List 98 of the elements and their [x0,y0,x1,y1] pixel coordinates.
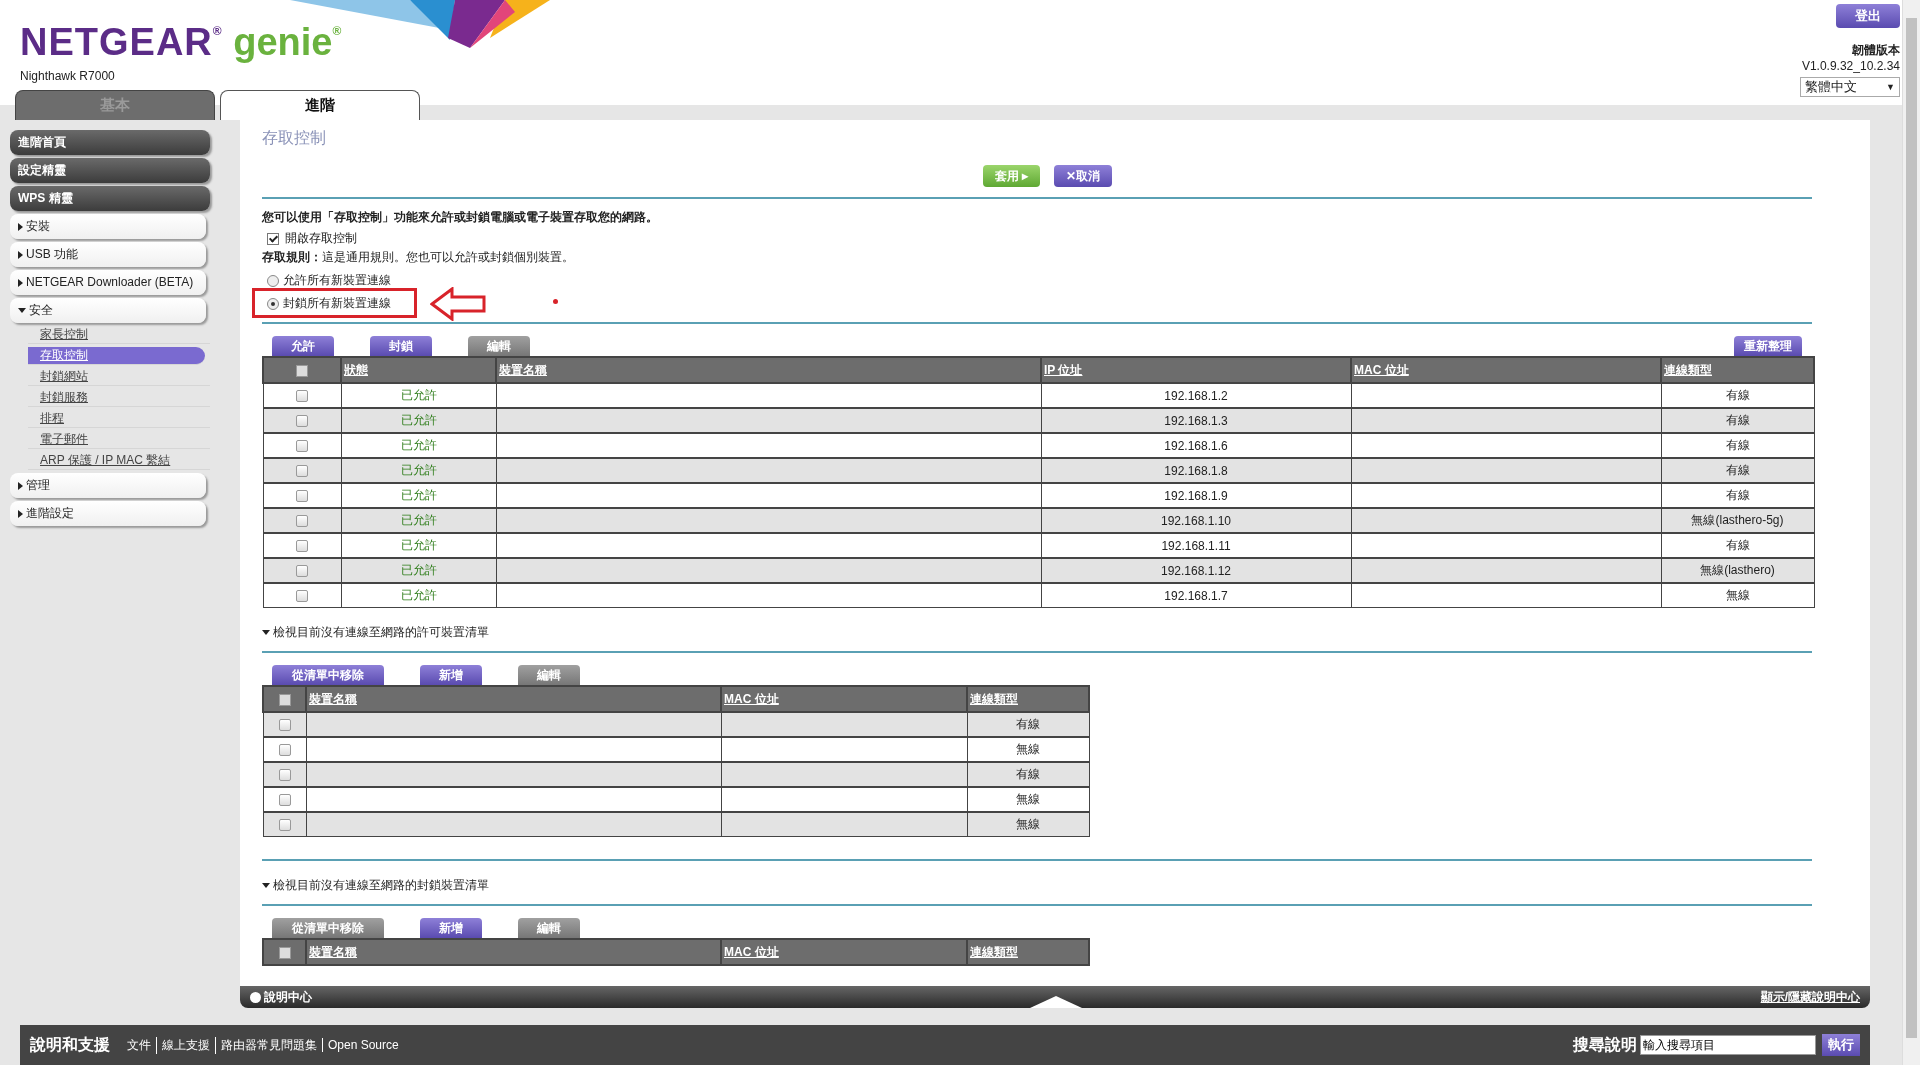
table-cell: 有線 [1661,458,1814,483]
dot-icon [553,299,558,304]
table-cell: 192.168.1.3 [1041,408,1351,433]
sidebar-link[interactable]: 排程 [28,410,210,428]
model-name: Nighthawk R7000 [20,69,116,83]
table-cell: 無線 [1661,583,1814,608]
footer-link[interactable]: 路由器常見問題集 [215,1036,322,1054]
select-all-checkbox[interactable] [296,364,308,377]
sidebar-item[interactable]: WPS 精靈 [10,186,210,211]
row-checkbox[interactable] [296,565,308,578]
sidebar-item[interactable]: 進階首頁 [10,130,210,155]
table-cell: 已允許 [341,458,496,483]
column-header[interactable]: MAC 位址 [724,691,779,706]
footer-title: 說明和支援 [30,1034,110,1055]
column-header[interactable]: MAC 位址 [1354,362,1409,377]
row-checkbox[interactable] [278,794,291,807]
table-button[interactable]: 新增 [420,918,482,938]
section-toggle[interactable]: 檢視目前沒有連線至網路的許可裝置清單 [262,624,1812,641]
radio-label: 封鎖所有新裝置連線 [283,295,391,312]
row-checkbox[interactable] [296,590,308,603]
sidebar-link[interactable]: 封鎖服務 [28,389,210,407]
row-checkbox[interactable] [296,390,308,403]
netgear-logo: NETGEAR$^{®}$ genie$^{®}$ [20,20,343,63]
table-cell: 192.168.1.7 [1041,583,1351,608]
radio-button[interactable] [267,297,279,310]
sidebar-item[interactable]: 安全 [10,298,206,323]
column-header[interactable]: MAC 位址 [724,944,779,959]
language-select[interactable]: 繁體中文 ▼ [1800,77,1900,97]
row-checkbox[interactable] [296,540,308,553]
row-checkbox[interactable] [296,515,308,528]
logout-button[interactable]: 登出 [1836,4,1900,28]
sidebar-item[interactable]: 進階設定 [10,501,206,526]
rule-text: 存取規則：這是通用規則。您也可以允許或封鎖個別裝置。 [262,249,575,266]
row-checkbox[interactable] [296,465,308,478]
sidebar-item[interactable]: NETGEAR Downloader (BETA) [10,270,206,295]
table-cell: 無線(lasthero-5g) [1661,508,1814,533]
select-all-checkbox[interactable] [278,693,291,706]
firmware-label: 韌體版本 [1852,42,1900,59]
column-header[interactable]: 裝置名稱 [309,944,357,959]
table-button[interactable]: 封鎖 [370,336,432,356]
footer-link[interactable]: 文件 [122,1036,156,1054]
refresh-button[interactable]: 重新整理 [1734,336,1802,356]
scrollbar[interactable] [1902,0,1920,1065]
sidebar-item[interactable]: USB 功能 [10,242,206,267]
row-checkbox[interactable] [278,719,291,732]
table-cell: 有線 [1661,408,1814,433]
radio-label: 允許所有新裝置連線 [283,272,391,289]
search-button[interactable]: 執行 [1822,1034,1860,1056]
checkbox[interactable] [267,232,279,245]
section-toggle[interactable]: 檢視目前沒有連線至網路的封鎖裝置清單 [262,877,1812,894]
row-checkbox[interactable] [296,440,308,453]
row-checkbox[interactable] [296,490,308,503]
checkbox-label: 開啟存取控制 [285,230,357,247]
table-button[interactable]: 新增 [420,665,482,685]
help-toggle-link[interactable]: 顯示/隱藏說明中心 [1760,988,1860,1006]
table-cell: 192.168.1.12 [1041,558,1351,583]
sidebar-item[interactable]: 設定精靈 [10,158,210,183]
search-field[interactable]: 輸入搜尋項目 [1640,1035,1816,1055]
table-cell: 已允許 [341,508,496,533]
footer-link[interactable]: 線上支援 [156,1036,215,1054]
table-cell: 192.168.1.8 [1041,458,1351,483]
row-checkbox[interactable] [278,819,291,832]
table-button[interactable]: 從清單中移除 [272,665,384,685]
table-cell: 192.168.1.10 [1041,508,1351,533]
sidebar-item[interactable]: 管理 [10,473,206,498]
sidebar-item[interactable]: 安裝 [10,214,206,239]
search-label: 搜尋說明 [1573,1034,1637,1055]
sidebar-link[interactable]: 電子郵件 [28,431,210,449]
column-header[interactable]: 裝置名稱 [499,362,547,377]
intro-text: 您可以使用「存取控制」功能來允許或封鎖電腦或電子裝置存取您的網路。 [262,209,659,226]
table-cell: 無線 [967,812,1089,837]
row-checkbox[interactable] [296,415,308,428]
table-cell: 已允許 [341,558,496,583]
select-all-checkbox[interactable] [278,946,291,959]
table-cell: 已允許 [341,583,496,608]
page-title: 存取控制 [262,128,327,148]
column-header[interactable]: 裝置名稱 [309,691,357,706]
row-checkbox[interactable] [278,769,291,782]
table-cell: 已允許 [341,408,496,433]
sidebar-link[interactable]: 封鎖網站 [28,368,210,386]
sidebar-link[interactable]: 存取控制 [28,347,205,365]
sidebar-link[interactable]: ARP 保護 / IP MAC 繫結 [28,452,210,470]
table-button[interactable]: 允許 [272,336,334,356]
sidebar-link[interactable]: 家長控制 [28,326,210,344]
expand-icon[interactable] [1030,996,1082,1008]
tab[interactable]: 進階 [220,90,420,120]
table-cell: 有線 [967,762,1089,787]
column-header[interactable]: IP 位址 [1044,362,1083,377]
arrow-icon [430,287,486,321]
footer-link[interactable]: Open Source [322,1038,404,1052]
column-header[interactable]: 狀態 [344,362,368,377]
table-cell: 無線(lasthero) [1661,558,1814,583]
help-center-link[interactable]: 說明中心 [264,988,312,1006]
action-button[interactable]: ✕取消 [1054,165,1112,187]
column-header[interactable]: 連線類型 [1664,362,1712,377]
firmware-version: V1.0.9.32_10.2.34 [1801,59,1900,73]
radio-button[interactable] [267,274,279,287]
row-checkbox[interactable] [278,744,291,757]
